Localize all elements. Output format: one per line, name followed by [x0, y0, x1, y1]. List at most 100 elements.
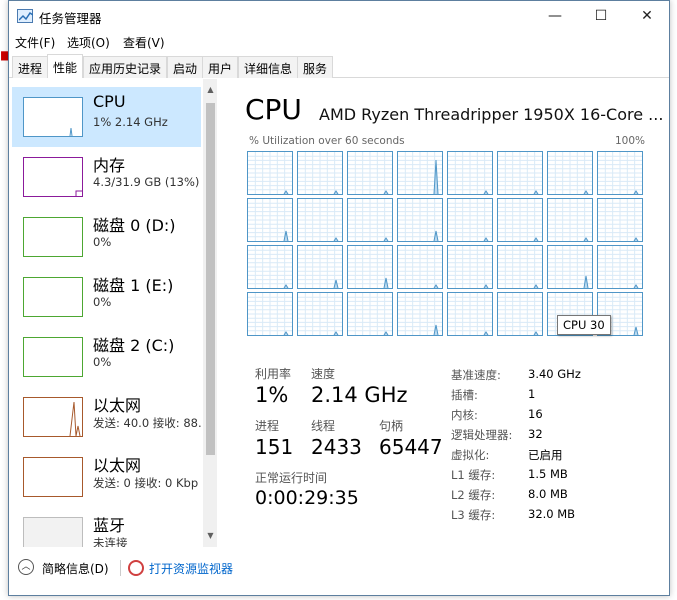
core-graph[interactable]	[297, 151, 343, 195]
sidebar-scrollbar[interactable]: ▲ ▼	[203, 79, 217, 547]
fewer-details-button[interactable]: 简略信息(D)	[42, 560, 109, 577]
menu-view[interactable]: 查看(V)	[123, 34, 165, 51]
sidebar-item-detail: 4.3/31.9 GB (13%)	[93, 175, 200, 189]
core-graph[interactable]	[497, 198, 543, 242]
core-graph[interactable]	[547, 151, 593, 195]
core-graph[interactable]	[347, 292, 393, 336]
scroll-down-icon[interactable]: ▼	[203, 531, 217, 545]
window-title: 任务管理器	[39, 11, 102, 26]
sidebar-item-ethernet-2[interactable]: 以太网 发送: 0 接收: 0 Kbp	[12, 447, 201, 507]
core-graph[interactable]	[347, 245, 393, 289]
spec-value: 1.5 MB	[528, 467, 568, 481]
core-graph[interactable]	[297, 292, 343, 336]
divider	[120, 560, 121, 576]
title-bar[interactable]: 任务管理器 — ☐ ✕	[9, 1, 669, 31]
menu-file[interactable]: 文件(F)	[15, 34, 55, 51]
core-graph[interactable]	[247, 292, 293, 336]
tab-users[interactable]: 用户	[202, 56, 239, 78]
sidebar-item-disk-2[interactable]: 磁盘 2 (C:) 0%	[12, 327, 201, 387]
sidebar-item-cpu[interactable]: CPU 1% 2.14 GHz	[12, 87, 201, 147]
spec-label: L2 缓存:	[451, 488, 496, 502]
core-graph[interactable]	[447, 292, 493, 336]
sidebar-item-label: 磁盘 2 (C:)	[93, 336, 175, 355]
memory-thumbnail	[23, 157, 83, 197]
sidebar-item-disk-1[interactable]: 磁盘 1 (E:) 0%	[12, 267, 201, 327]
task-manager-icon	[17, 9, 33, 23]
core-graph[interactable]	[297, 198, 343, 242]
spec-value: 32	[528, 427, 543, 441]
core-graph[interactable]	[597, 151, 643, 195]
scrollbar-thumb[interactable]	[206, 103, 215, 455]
core-graph[interactable]	[497, 245, 543, 289]
core-graph[interactable]	[597, 198, 643, 242]
tab-startup[interactable]: 启动	[167, 56, 204, 78]
utilization-caption: % Utilization over 60 seconds	[249, 135, 405, 147]
spec-value: 1	[528, 387, 536, 401]
core-graph[interactable]	[497, 151, 543, 195]
utilization-label: 利用率	[255, 367, 292, 381]
page-title: CPU	[245, 93, 302, 126]
resource-monitor-icon[interactable]	[128, 560, 144, 576]
sidebar-item-detail: 0%	[93, 295, 112, 309]
disk-thumbnail	[23, 277, 83, 317]
bluetooth-thumbnail	[23, 517, 83, 547]
core-graph[interactable]	[397, 245, 443, 289]
performance-sidebar: CPU 1% 2.14 GHz 内存 4.3/31.9 GB (13%) 磁盘 …	[9, 79, 217, 547]
core-graph[interactable]	[397, 292, 443, 336]
menu-options[interactable]: 选项(O)	[67, 34, 110, 51]
spec-label: 基准速度:	[451, 368, 501, 382]
sidebar-item-label: 内存	[93, 156, 126, 175]
core-graph[interactable]	[397, 151, 443, 195]
sidebar-item-label: 磁盘 1 (E:)	[93, 276, 174, 295]
core-graph[interactable]	[497, 292, 543, 336]
sidebar-item-detail: 0%	[93, 235, 112, 249]
sidebar-item-label: 以太网	[93, 396, 142, 415]
core-graph[interactable]	[447, 245, 493, 289]
handles-label: 句柄	[379, 419, 404, 433]
maximize-button[interactable]: ☐	[578, 1, 624, 31]
chevron-up-icon[interactable]: ︿	[18, 559, 34, 575]
sidebar-item-disk-0[interactable]: 磁盘 0 (D:) 0%	[12, 207, 201, 267]
sidebar-item-bluetooth[interactable]: 蓝牙 未连接	[12, 507, 201, 547]
spec-value: 已启用	[528, 448, 563, 462]
core-graph[interactable]	[547, 198, 593, 242]
handles-value: 65447	[379, 435, 443, 459]
logical-processor-graphs	[247, 151, 645, 339]
spec-label: 内核:	[451, 408, 478, 422]
spec-label: 逻辑处理器:	[451, 428, 513, 442]
open-resource-monitor-link[interactable]: 打开资源监视器	[149, 560, 233, 577]
disk-thumbnail	[23, 217, 83, 257]
sidebar-item-memory[interactable]: 内存 4.3/31.9 GB (13%)	[12, 147, 201, 207]
tab-details[interactable]: 详细信息	[238, 56, 299, 78]
utilization-max: 100%	[614, 135, 645, 147]
sidebar-item-ethernet-1[interactable]: 以太网 发送: 40.0 接收: 88.	[12, 387, 202, 447]
core-graph[interactable]	[447, 198, 493, 242]
core-graph[interactable]	[247, 245, 293, 289]
core-graph[interactable]	[447, 151, 493, 195]
core-graph[interactable]	[397, 198, 443, 242]
core-graph[interactable]	[597, 245, 643, 289]
core-graph[interactable]	[297, 245, 343, 289]
tab-performance[interactable]: 性能	[47, 54, 84, 78]
tab-app-history[interactable]: 应用历史记录	[83, 56, 168, 78]
sidebar-item-detail: 发送: 40.0 接收: 88.	[93, 416, 202, 430]
spec-label: 虚拟化:	[451, 448, 490, 462]
minimize-button[interactable]: —	[532, 1, 578, 31]
core-graph[interactable]	[347, 151, 393, 195]
close-button[interactable]: ✕	[624, 1, 670, 31]
scroll-up-icon[interactable]: ▲	[203, 85, 217, 99]
tab-processes[interactable]: 进程	[12, 56, 49, 78]
core-graph[interactable]	[347, 198, 393, 242]
tab-services[interactable]: 服务	[297, 56, 334, 78]
spec-value: 32.0 MB	[528, 507, 576, 521]
menu-bar: 文件(F) 选项(O) 查看(V)	[9, 31, 669, 53]
core-graph[interactable]	[547, 245, 593, 289]
sidebar-item-label: 以太网	[93, 456, 142, 475]
sidebar-item-detail: 未连接	[93, 536, 128, 547]
tab-bar: 进程 性能 应用历史记录 启动 用户 详细信息 服务	[9, 54, 669, 78]
processes-label: 进程	[255, 419, 280, 433]
core-graph[interactable]	[247, 198, 293, 242]
sidebar-item-label: CPU	[93, 92, 126, 111]
core-graph[interactable]	[247, 151, 293, 195]
speed-label: 速度	[311, 367, 336, 381]
